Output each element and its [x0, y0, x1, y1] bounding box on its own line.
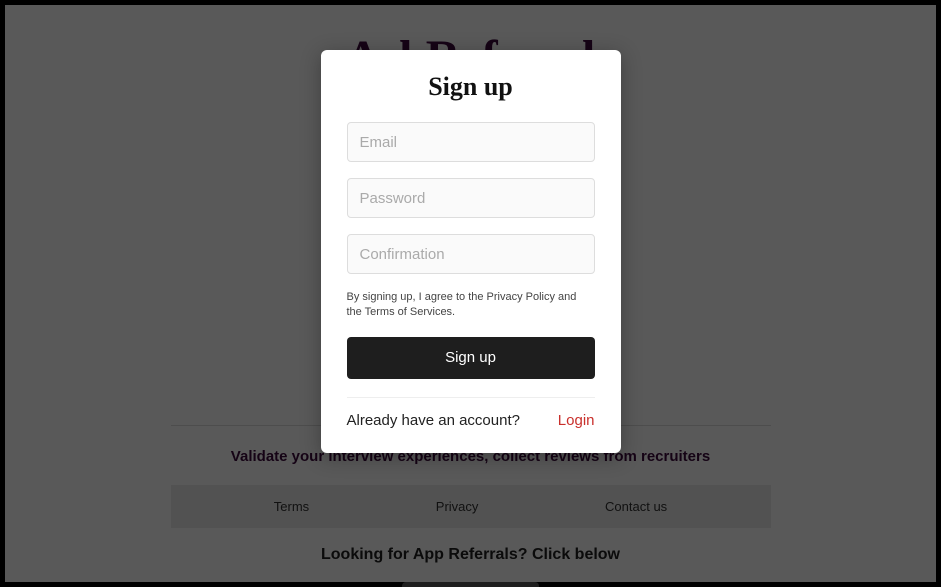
already-have-account-text: Already have an account? — [347, 412, 520, 429]
email-field[interactable] — [347, 122, 595, 162]
signup-button[interactable]: Sign up — [347, 337, 595, 379]
modal-divider — [347, 397, 595, 398]
password-field[interactable] — [347, 178, 595, 218]
agree-text: By signing up, I agree to the Privacy Po… — [347, 290, 595, 321]
confirmation-field[interactable] — [347, 234, 595, 274]
login-link[interactable]: Login — [558, 412, 595, 429]
signup-modal: Sign up By signing up, I agree to the Pr… — [321, 50, 621, 453]
modal-title: Sign up — [347, 72, 595, 102]
app-referrals-button[interactable]: App Referrals — [402, 582, 540, 587]
